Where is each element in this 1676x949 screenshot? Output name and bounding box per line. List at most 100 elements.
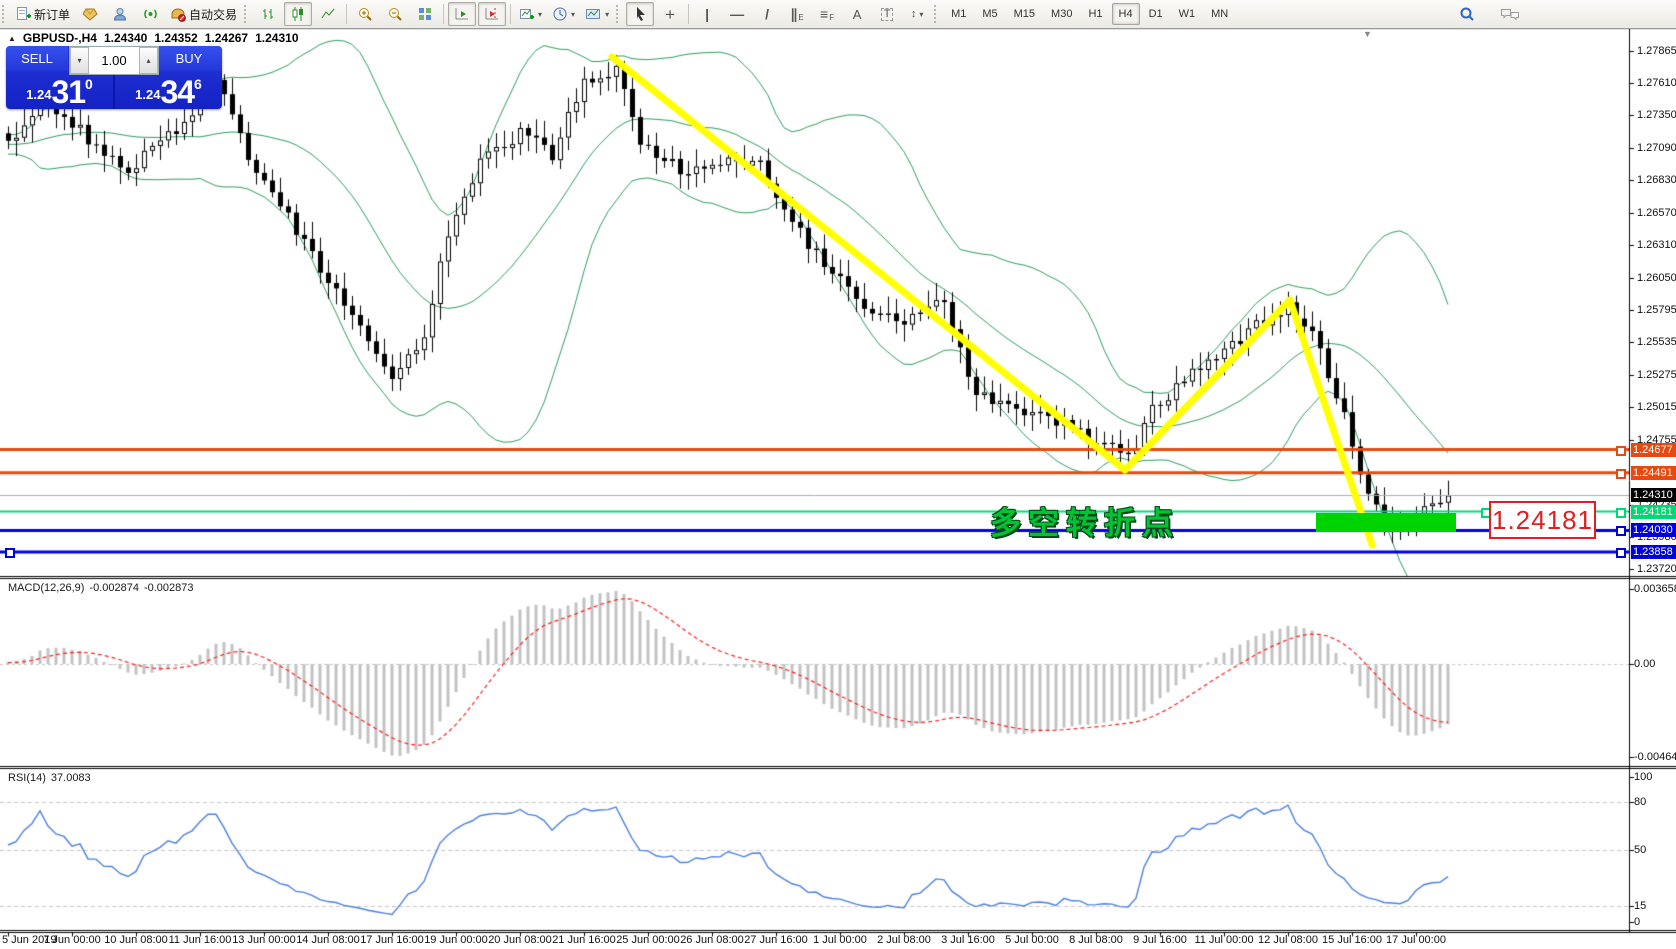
timeframe-button-M30[interactable]: M30 [1044,3,1079,25]
volume-decrease-button[interactable]: ▾ [70,47,89,74]
volume-spinner: ▾ 1.00 ▴ [69,46,159,75]
template-button[interactable]: ▾ [581,2,613,26]
tile-windows-button[interactable] [411,2,439,26]
autotrading-button[interactable]: 自动交易 [166,2,241,26]
fibonacci-letter: F [829,13,834,22]
cursor-icon [633,6,647,22]
toolbar-drag-handle[interactable] [934,5,939,23]
auto-scroll-button[interactable] [448,2,476,26]
new-order-button[interactable]: 新订单 [12,2,74,26]
add-indicator-button[interactable]: ▾ [515,2,546,26]
symbol-collapse-icon[interactable]: ▲ [8,34,16,43]
symbol-title: GBPUSD-,H4 [23,31,97,45]
rsi-value: 37.0083 [51,772,91,784]
quote-bar: ▲ GBPUSD-,H4 1.24340 1.24352 1.24267 1.2… [8,31,299,45]
timeframe-button-M5[interactable]: M5 [975,3,1004,25]
price-axis-tick: 1.26830 [1637,173,1676,187]
volume-value[interactable]: 1.00 [89,47,139,74]
toolbar-drag-handle[interactable] [616,5,621,23]
gold-gem-icon [83,7,98,21]
time-axis-label: 17 Jun 16:00 [360,934,424,946]
search-button[interactable] [1453,2,1481,26]
trendline-tool-button[interactable]: / [753,2,781,26]
text-label-icon: T [881,8,894,21]
crosshair-icon: + [665,6,675,23]
buy-price-display[interactable]: 1.24346 [115,71,222,109]
vertical-line-icon: | [705,7,709,21]
line-handle[interactable] [1616,469,1626,479]
arrows-icon: ↕ [911,9,917,20]
text-tool-icon: A [853,8,862,21]
dropdown-caret-icon: ▾ [919,10,923,19]
line-handle[interactable] [5,548,15,558]
volume-increase-button[interactable]: ▴ [139,47,158,74]
price-axis-tick: 1.25275 [1637,368,1676,382]
time-axis-label: 13 Jun 00:00 [232,934,296,946]
price-level-badge: 1.24677 [1631,443,1676,457]
time-axis-label: 1 Jul 00:00 [813,934,867,946]
cursor-tool-button[interactable] [626,2,654,26]
equidistant-channel-tool-button[interactable]: ∥ E [783,2,811,26]
line-handle[interactable] [1616,548,1626,558]
period-button[interactable]: ▾ [548,2,579,26]
vertical-line-tool-button[interactable]: | [693,2,721,26]
macd-value-signal: -0.002873 [144,582,194,594]
add-indicator-icon [519,6,535,22]
price-level-badge: 1.24030 [1631,523,1676,537]
time-axis-label: 8 Jul 08:00 [1069,934,1123,946]
mt4-window: 新订单 自动交易 [0,0,1676,949]
price-tag-label[interactable]: 1.24181 [1489,501,1596,539]
autotrading-label: 自动交易 [189,6,237,23]
time-axis-label: 25 Jun 00:00 [616,934,680,946]
zoom-out-icon [387,6,403,22]
bar-chart-button[interactable] [254,2,282,26]
sell-button[interactable]: SELL [6,46,68,71]
timeframe-button-M1[interactable]: M1 [944,3,973,25]
profile-button[interactable] [106,2,134,26]
price-axis-tick: 1.27090 [1637,141,1676,155]
zoom-out-button[interactable] [381,2,409,26]
timeframe-button-H1[interactable]: H1 [1081,3,1109,25]
price-chart-canvas[interactable] [0,0,1676,949]
macd-label-row: MACD(12,26,9) -0.002874 -0.002873 [8,582,194,594]
price-axis-tick: 1.26570 [1637,206,1676,220]
crosshair-tool-button[interactable]: + [656,2,684,26]
highlight-rectangle[interactable] [1316,513,1456,532]
line-handle[interactable] [1616,526,1626,536]
bar-chart-icon [260,6,276,22]
timeframe-button-H4[interactable]: H4 [1112,3,1140,25]
time-axis-label: 27 Jun 16:00 [744,934,808,946]
line-chart-button[interactable] [314,2,342,26]
buy-button[interactable]: BUY [156,46,222,71]
time-axis-label: 2 Jul 08:00 [877,934,931,946]
styler-button[interactable] [76,2,104,26]
timeframe-button-M15[interactable]: M15 [1007,3,1042,25]
timeframe-button-MN[interactable]: MN [1204,3,1235,25]
text-label-tool-button[interactable]: T [873,2,901,26]
line-handle[interactable] [1616,446,1626,456]
zoom-in-button[interactable] [351,2,379,26]
horizontal-line-tool-button[interactable]: — [723,2,751,26]
quote-open: 1.24340 [104,31,147,45]
line-handle[interactable] [1616,508,1626,518]
channel-icon: ∥ [790,7,797,21]
fibonacci-tool-button[interactable]: ≡ F [813,2,841,26]
timeframe-button-W1[interactable]: W1 [1172,3,1203,25]
chat-button[interactable] [1496,2,1524,26]
toolbar-drag-handle[interactable] [2,5,7,23]
sell-price-display[interactable]: 1.24310 [6,71,113,109]
turning-point-annotation[interactable]: 多空转折点 [990,498,1180,543]
dropdown-caret-icon: ▾ [538,10,542,19]
chart-shift-button[interactable] [478,2,506,26]
text-tool-button[interactable]: A [843,2,871,26]
rsi-axis-label: 100 [1634,770,1652,784]
new-order-label: 新订单 [34,6,70,23]
price-axis-tick: 1.23720 [1637,562,1676,576]
arrows-tool-button[interactable]: ↕ ▾ [903,2,931,26]
dropdown-caret-icon: ▾ [605,10,609,19]
candlestick-chart-button[interactable] [284,2,312,26]
toolbar-drag-handle[interactable] [244,5,249,23]
signals-button[interactable] [136,2,164,26]
rsi-axis-label: 80 [1634,795,1646,809]
timeframe-button-D1[interactable]: D1 [1142,3,1170,25]
